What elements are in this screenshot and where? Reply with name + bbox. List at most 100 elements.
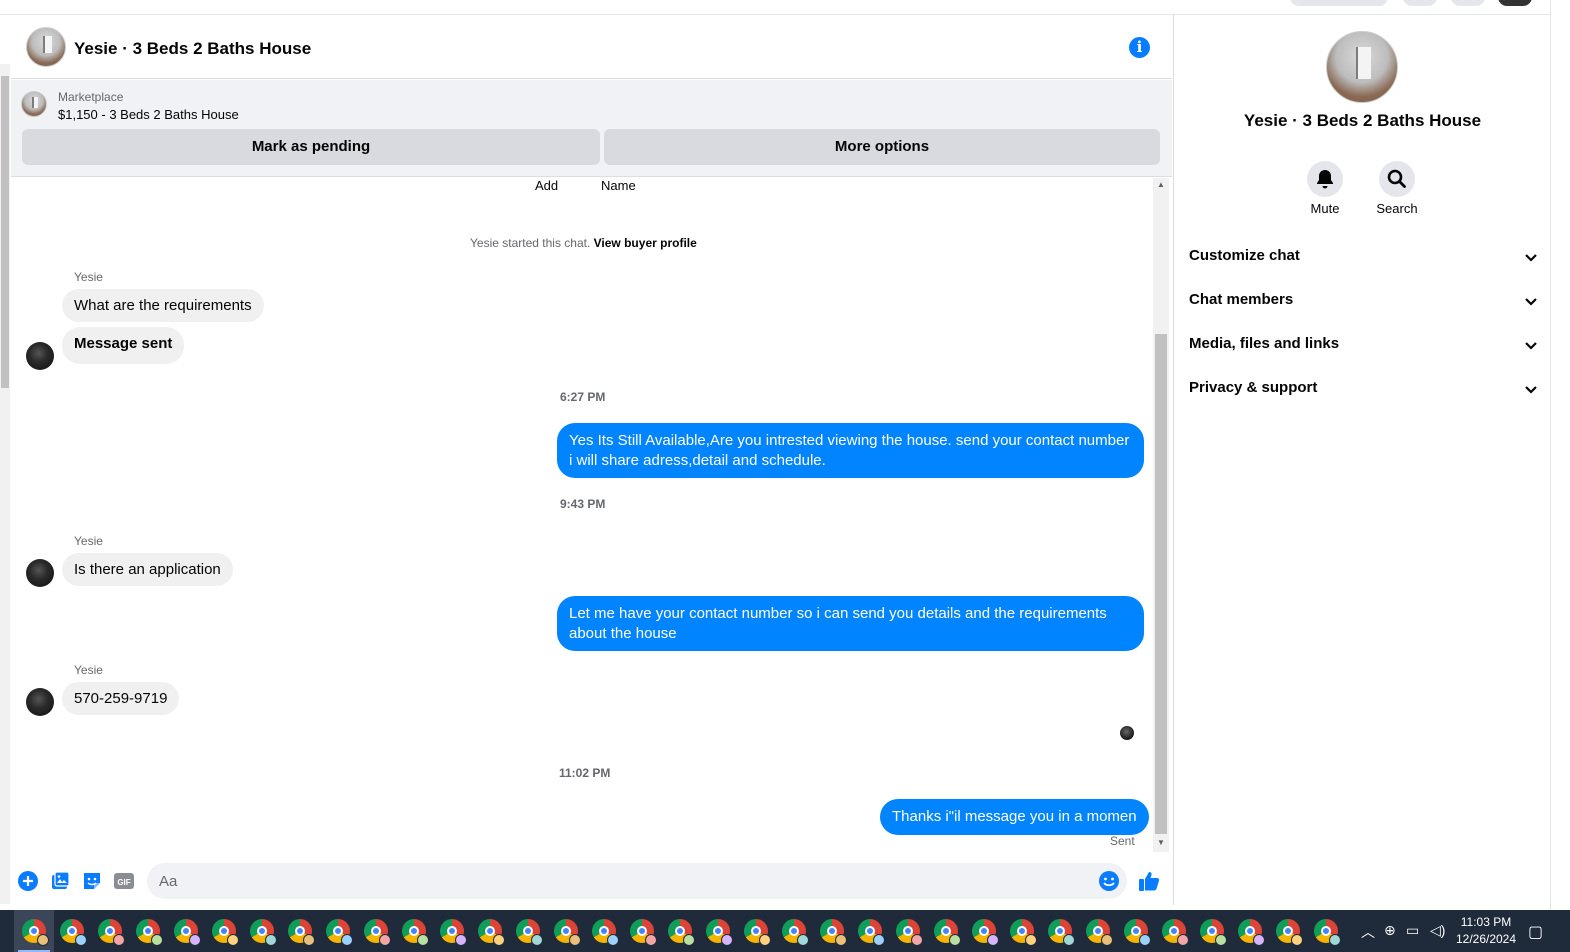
browser-app-icon[interactable] (630, 919, 657, 946)
browser-app-icon[interactable] (1162, 919, 1189, 946)
view-buyer-profile-link[interactable]: View buyer profile (594, 236, 697, 250)
listing-avatar[interactable] (26, 27, 66, 67)
listing-price-title[interactable]: $1,150 - 3 Beds 2 Baths House (58, 107, 239, 122)
panel-chat-name: Yesie · 3 Beds 2 Baths House (1243, 111, 1482, 130)
browser-app-icon[interactable] (22, 919, 49, 946)
nav-pill[interactable] (1290, 0, 1388, 6)
browser-app-icon[interactable] (1238, 919, 1265, 946)
browser-app-icon[interactable] (136, 919, 163, 946)
browser-app-icon[interactable] (1276, 919, 1303, 946)
message-thread: Add Name Yesie started this chat. View b… (11, 178, 1172, 854)
browser-app-icon[interactable] (212, 919, 239, 946)
taskbar-clock[interactable]: 11:03 PM 12/26/2024 (1448, 914, 1524, 948)
profile-badge-icon (873, 934, 885, 946)
browser-app-icon[interactable] (782, 919, 809, 946)
incoming-message[interactable]: What are the requirements (62, 289, 264, 322)
browser-app-icon[interactable] (174, 919, 201, 946)
browser-app-icon[interactable] (972, 919, 999, 946)
chat-members-section[interactable]: Chat members (1189, 287, 1539, 313)
search-button[interactable] (1379, 161, 1415, 197)
page-scrollbar-thumb[interactable] (1, 76, 9, 388)
browser-app-icon[interactable] (820, 919, 847, 946)
mark-as-pending-button[interactable]: Mark as pending (22, 129, 600, 165)
sticker-icon[interactable] (81, 870, 103, 892)
browser-app-icon[interactable] (668, 919, 695, 946)
browser-app-icon[interactable] (592, 919, 619, 946)
network-icon[interactable]: ▭ (1406, 922, 1419, 939)
browser-app-icon[interactable] (516, 919, 543, 946)
profile-badge-icon (113, 934, 125, 946)
nav-circle-button[interactable] (1451, 0, 1485, 6)
browser-app-icon[interactable] (1124, 919, 1151, 946)
photo-icon[interactable] (49, 870, 71, 892)
browser-app-icon[interactable] (858, 919, 885, 946)
add-action[interactable]: Add (535, 178, 558, 193)
outgoing-message[interactable]: Thanks i"il message you in a momen (880, 799, 1149, 835)
browser-app-icon[interactable] (1048, 919, 1075, 946)
browser-app-icon[interactable] (440, 919, 467, 946)
sender-name: Yesie (74, 534, 103, 548)
plus-icon[interactable] (17, 870, 39, 892)
listing-thumbnail[interactable] (21, 91, 47, 117)
meet-now-icon[interactable]: ⊕ (1384, 922, 1396, 939)
browser-app-icon[interactable] (554, 919, 581, 946)
browser-app-icon[interactable] (706, 919, 733, 946)
browser-app-icon[interactable] (744, 919, 771, 946)
listing-profile-avatar[interactable] (1326, 31, 1398, 103)
svg-text:GIF: GIF (117, 878, 130, 887)
name-action[interactable]: Name (601, 178, 636, 193)
browser-app-icon[interactable] (60, 919, 87, 946)
page-scrollbar[interactable] (0, 64, 10, 904)
info-icon[interactable]: i (1129, 37, 1150, 58)
mute-button[interactable] (1307, 161, 1343, 197)
browser-app-icon[interactable] (98, 919, 125, 946)
notifications-icon[interactable]: ▢ (1528, 922, 1543, 942)
browser-app-icon[interactable] (1314, 919, 1341, 946)
sender-avatar[interactable] (26, 559, 54, 587)
browser-app-icon[interactable] (326, 919, 353, 946)
outgoing-message[interactable]: Let me have your contact number so i can… (557, 596, 1144, 651)
profile-badge-icon (1101, 934, 1113, 946)
incoming-message[interactable]: 570-259-9719 (62, 682, 180, 715)
sender-avatar[interactable] (26, 342, 54, 370)
volume-icon[interactable]: ◁) (1430, 922, 1445, 939)
account-avatar[interactable] (1498, 0, 1532, 6)
browser-app-icon[interactable] (250, 919, 277, 946)
timestamp: 6:27 PM (560, 390, 606, 404)
more-options-button[interactable]: More options (604, 129, 1160, 165)
emoji-icon[interactable] (1098, 870, 1120, 892)
window-scrollbar[interactable] (1550, 0, 1570, 910)
mute-label: Mute (1310, 201, 1340, 216)
browser-app-icon[interactable] (1010, 919, 1037, 946)
browser-app-icon[interactable] (402, 919, 429, 946)
browser-app-icon[interactable] (934, 919, 961, 946)
privacy-support-section[interactable]: Privacy & support (1189, 375, 1539, 401)
show-hidden-icons-icon[interactable]: ︿ (1361, 922, 1375, 942)
browser-app-icon[interactable] (1086, 919, 1113, 946)
message-input[interactable] (147, 863, 1127, 899)
profile-badge-icon (1291, 934, 1303, 946)
chat-title[interactable]: Yesie · 3 Beds 2 Baths House (74, 39, 311, 59)
chat-scrollbar[interactable]: ▲ ▼ (1153, 178, 1169, 852)
media-files-links-section[interactable]: Media, files and links (1189, 331, 1539, 357)
browser-app-icon[interactable] (1200, 919, 1227, 946)
sender-name: Yesie (74, 663, 103, 677)
browser-app-icon[interactable] (478, 919, 505, 946)
scroll-down-arrow[interactable]: ▼ (1157, 838, 1165, 847)
thumbs-up-icon[interactable] (1138, 870, 1160, 892)
profile-badge-icon (75, 934, 87, 946)
section-label: Media, files and links (1189, 335, 1340, 352)
profile-badge-icon (1215, 934, 1227, 946)
outgoing-message[interactable]: Yes Its Still Available,Are you intreste… (557, 423, 1144, 478)
chat-scrollbar-thumb[interactable] (1155, 334, 1167, 834)
browser-app-icon[interactable] (364, 919, 391, 946)
gif-icon[interactable]: GIF (113, 870, 135, 892)
scroll-up-arrow[interactable]: ▲ (1157, 180, 1165, 189)
incoming-message[interactable]: Message sent (62, 327, 185, 364)
browser-app-icon[interactable] (288, 919, 315, 946)
nav-circle-button[interactable] (1403, 0, 1437, 6)
sender-avatar[interactable] (26, 688, 54, 716)
incoming-message[interactable]: Is there an application (62, 553, 233, 586)
browser-app-icon[interactable] (896, 919, 923, 946)
customize-chat-section[interactable]: Customize chat (1189, 243, 1539, 269)
